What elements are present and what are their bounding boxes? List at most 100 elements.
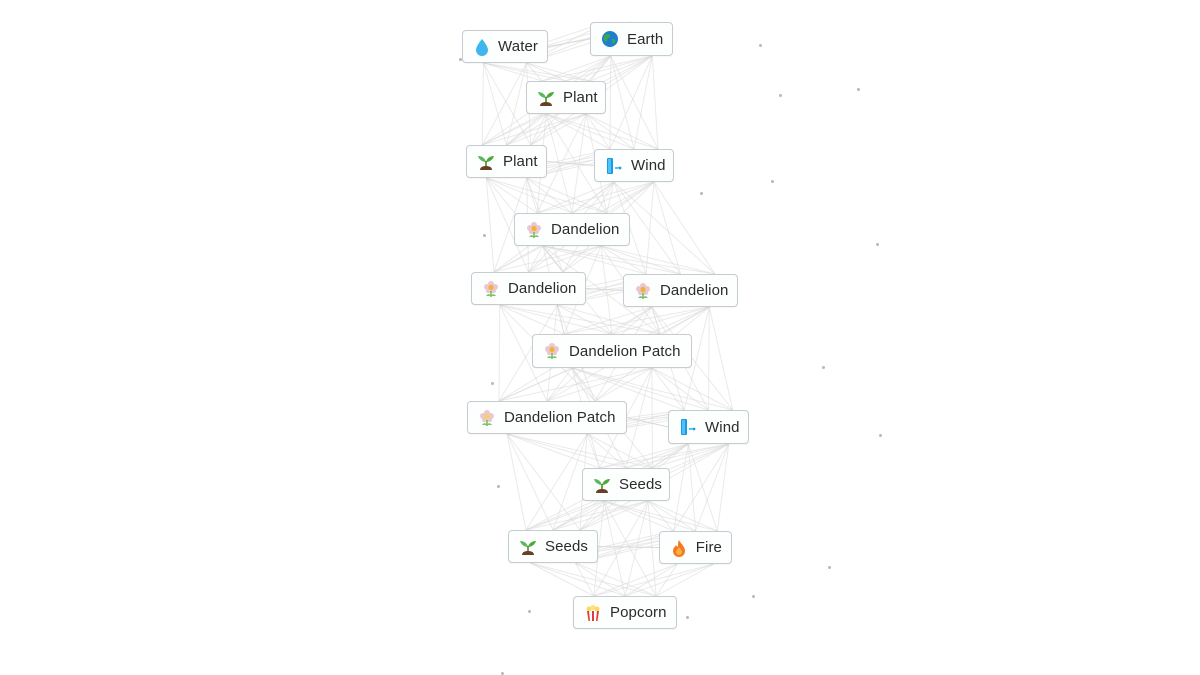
connection-line bbox=[526, 62, 567, 82]
element-dandelion[interactable]: Dandelion bbox=[514, 213, 630, 246]
connection-line bbox=[546, 367, 653, 402]
connection-line bbox=[575, 562, 595, 597]
connection-line bbox=[611, 306, 710, 335]
connection-line bbox=[695, 443, 730, 532]
connection-line bbox=[599, 443, 689, 469]
connection-line bbox=[506, 433, 653, 469]
element-seeds[interactable]: Seeds bbox=[508, 530, 598, 563]
connection-line bbox=[481, 113, 547, 146]
connection-line bbox=[486, 177, 607, 214]
connection-line bbox=[610, 55, 659, 150]
connection-line bbox=[589, 55, 612, 82]
flower-icon bbox=[482, 280, 500, 298]
element-label: Earth bbox=[627, 30, 664, 48]
connection-line bbox=[597, 546, 660, 548]
seedling-icon bbox=[519, 538, 537, 556]
background-dot bbox=[700, 192, 703, 195]
flower-icon bbox=[478, 409, 496, 427]
connection-line bbox=[481, 62, 484, 146]
connection-line bbox=[647, 500, 718, 532]
connection-line bbox=[483, 62, 591, 82]
connection-line bbox=[603, 500, 657, 597]
element-water[interactable]: Water bbox=[462, 30, 548, 63]
element-dandelion[interactable]: Dandelion bbox=[471, 272, 586, 305]
popcorn-icon bbox=[584, 604, 602, 622]
connection-line bbox=[575, 562, 626, 597]
connection-line bbox=[571, 113, 587, 214]
connection-line bbox=[673, 443, 730, 532]
connection-line bbox=[563, 306, 710, 335]
element-popcorn[interactable]: Popcorn bbox=[573, 596, 677, 629]
connection-line bbox=[482, 113, 587, 146]
connection-line bbox=[525, 433, 588, 531]
connection-line bbox=[716, 443, 730, 532]
element-label: Water bbox=[498, 38, 538, 55]
connection-line bbox=[537, 181, 655, 214]
connection-line bbox=[530, 113, 547, 146]
connection-line bbox=[557, 304, 661, 335]
connection-line bbox=[528, 245, 544, 273]
element-wind[interactable]: Wind bbox=[594, 149, 674, 182]
connection-line bbox=[541, 55, 653, 82]
element-dandelion-patch[interactable]: Dandelion Patch bbox=[532, 334, 692, 368]
connection-line bbox=[606, 181, 615, 214]
connection-line bbox=[499, 304, 613, 335]
connection-line bbox=[485, 177, 495, 273]
wind-icon bbox=[605, 157, 623, 175]
connection-line bbox=[552, 500, 649, 531]
connection-line bbox=[579, 500, 605, 531]
connection-line bbox=[546, 161, 595, 166]
connection-line bbox=[506, 433, 627, 469]
element-label: Dandelion Patch bbox=[504, 409, 616, 426]
connection-line bbox=[606, 181, 655, 214]
connection-line bbox=[585, 113, 635, 150]
element-dandelion[interactable]: Dandelion bbox=[623, 274, 738, 307]
connection-line bbox=[506, 433, 527, 531]
connection-line bbox=[673, 443, 689, 532]
connection-line bbox=[625, 367, 653, 469]
element-seeds[interactable]: Seeds bbox=[582, 468, 670, 501]
element-earth[interactable]: Earth bbox=[590, 22, 673, 56]
background-dot bbox=[779, 94, 782, 97]
connection-line bbox=[603, 500, 626, 597]
element-wind[interactable]: Wind bbox=[668, 410, 749, 444]
connection-line bbox=[585, 288, 624, 291]
connection-line bbox=[562, 245, 602, 273]
connection-line bbox=[647, 500, 696, 532]
connection-line bbox=[552, 500, 605, 531]
connection-line bbox=[603, 500, 696, 532]
connection-line bbox=[624, 500, 649, 597]
element-plant[interactable]: Plant bbox=[466, 145, 547, 178]
connection-line bbox=[609, 55, 653, 150]
connection-line bbox=[546, 367, 573, 402]
connection-line bbox=[542, 245, 716, 275]
crafting-canvas[interactable]: Water Earth Plant Plant Wind Dandelion D… bbox=[0, 0, 1200, 675]
element-label: Dandelion bbox=[551, 221, 620, 238]
connection-line bbox=[593, 563, 714, 597]
connection-line bbox=[526, 177, 573, 214]
globe-icon bbox=[601, 30, 619, 48]
element-label: Seeds bbox=[545, 538, 589, 555]
connection-line bbox=[530, 562, 657, 597]
element-label: Plant bbox=[503, 153, 538, 170]
connection-line bbox=[651, 367, 734, 411]
connection-line bbox=[625, 443, 729, 469]
connection-line bbox=[575, 562, 657, 597]
connection-line bbox=[651, 306, 661, 335]
connection-line bbox=[687, 443, 718, 532]
connection-line bbox=[571, 367, 596, 402]
element-plant[interactable]: Plant bbox=[526, 81, 606, 114]
element-label: Dandelion bbox=[508, 280, 577, 297]
connection-line bbox=[506, 62, 527, 146]
element-label: Wind bbox=[631, 157, 666, 174]
connection-line bbox=[498, 367, 573, 402]
connection-line bbox=[645, 181, 655, 275]
connection-line bbox=[611, 306, 653, 335]
background-dot bbox=[686, 616, 689, 619]
element-fire[interactable]: Fire bbox=[659, 531, 732, 564]
connection-line bbox=[526, 177, 538, 214]
connection-line bbox=[498, 304, 501, 402]
element-dandelion-patch[interactable]: Dandelion Patch bbox=[467, 401, 627, 434]
connection-line bbox=[600, 245, 681, 275]
connection-line bbox=[530, 113, 587, 146]
